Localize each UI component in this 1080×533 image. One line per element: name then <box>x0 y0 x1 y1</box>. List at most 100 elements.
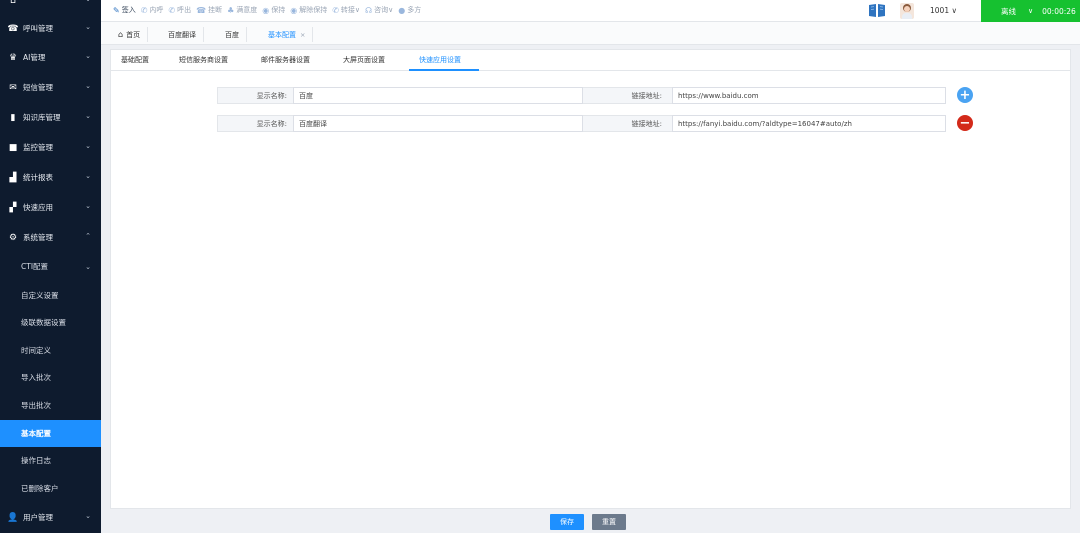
play-icon: ◉ <box>290 5 298 15</box>
sidebar-item-monitoring[interactable]: ■ 监控管理 ⌄ <box>0 133 101 162</box>
thumb-icon: ♣ <box>227 5 235 15</box>
sidebar-subitem-label: 自定义设置 <box>21 291 59 300</box>
sidebar-item-ai-management[interactable]: ♛ AI管理 ⌄ <box>0 43 101 72</box>
subtab-basic[interactable]: 基础配置 <box>121 55 149 65</box>
sidebar-item-label: 知识库管理 <box>23 113 61 122</box>
sidebar-item-label: 快速应用 <box>23 203 53 212</box>
add-row-button[interactable]: + <box>957 87 973 103</box>
sidebar-subitem-cascade-data[interactable]: 级联数据设置 <box>0 309 101 336</box>
headset-icon: ☊ <box>365 5 373 15</box>
sidebar-item-sms-management[interactable]: ✉ 短信管理 ⌄ <box>0 73 101 102</box>
book-icon: ▮ <box>10 112 16 123</box>
avatar[interactable] <box>900 3 914 19</box>
tool-label: 多方 <box>407 6 422 14</box>
chevron-down-icon: ⌄ <box>85 23 91 31</box>
sidebar-subitem-label: 基本配置 <box>21 429 51 438</box>
sidebar-item-knowledge-base[interactable]: ▮ 知识库管理 ⌄ <box>0 103 101 132</box>
phone-icon: ☎ <box>7 23 19 34</box>
tool-label: 满意度 <box>236 6 258 14</box>
sidebar-subitem-deleted-customers[interactable]: 已删除客户 <box>0 475 101 502</box>
gear-icon: ⚙ <box>8 232 18 243</box>
chevron-down-icon: ⌄ <box>85 172 91 180</box>
sidebar-subitem-label: 操作日志 <box>21 456 51 465</box>
sidebar-item-label: 短信管理 <box>23 83 53 92</box>
link-url-input[interactable]: https://www.baidu.com <box>672 87 946 104</box>
subtab-big-screen[interactable]: 大屏页面设置 <box>343 55 385 65</box>
home-icon: ⌂ <box>118 30 124 39</box>
tab-label: 基本配置 <box>268 30 296 39</box>
sidebar-subitem-label: 时间定义 <box>21 346 51 355</box>
sidebar-item-statistics[interactable]: ▟ 统计报表 ⌄ <box>0 163 101 192</box>
tool-label: 咨询∨ <box>374 6 394 14</box>
sidebar-item-user-management[interactable]: 👤 用户管理 ⌄ <box>0 503 101 532</box>
tab-basic-config[interactable]: 基本配置 × <box>261 27 314 42</box>
chevron-down-icon: ⌄ <box>85 202 91 210</box>
outbound-call-button[interactable]: ✆ 呼出 <box>168 5 191 15</box>
tab-label: 首页 <box>126 30 141 39</box>
sign-in-button[interactable]: ✎ 签入 <box>113 5 136 15</box>
unhold-button[interactable]: ◉ 解除保持 <box>290 5 327 15</box>
display-name-input[interactable]: 百度翻译 <box>293 115 583 132</box>
phone-out-icon: ✆ <box>168 5 176 15</box>
sidebar-item-system-management[interactable]: ⚙ 系统管理 ⌃ <box>0 223 101 252</box>
sidebar-item-label: 监控管理 <box>23 143 53 152</box>
remove-row-button[interactable]: − <box>957 115 973 131</box>
tab-baidu-translate[interactable]: 百度翻译 <box>161 27 204 42</box>
chevron-down-icon: ⌄ <box>85 262 91 271</box>
subtab-sms-provider[interactable]: 短信服务商设置 <box>179 55 228 65</box>
sidebar-subitem-basic-config[interactable]: 基本配置 <box>0 420 101 447</box>
settings-subtabs: 基础配置 短信服务商设置 邮件服务器设置 大屏页面设置 快速应用设置 <box>111 50 1070 71</box>
sidebar-subitem-cti-config[interactable]: CTI配置 ⌄ <box>0 253 101 280</box>
plus-icon: + <box>959 87 971 103</box>
sidebar-item-call-management[interactable]: ☎ 呼叫管理 ⌄ <box>0 14 101 43</box>
display-name-label: 显示名称: <box>217 87 293 104</box>
mail-icon: ✉ <box>9 82 17 93</box>
reset-button[interactable]: 重置 <box>592 514 626 530</box>
chevron-down-icon: ⌄ <box>85 0 91 3</box>
subtab-mail-server[interactable]: 邮件服务器设置 <box>261 55 310 65</box>
tool-label: 解除保持 <box>299 6 328 14</box>
close-icon[interactable]: × <box>300 31 305 39</box>
satisfaction-button[interactable]: ♣ 满意度 <box>227 5 257 15</box>
sidebar-item-quick-apps[interactable]: ▞ 快速应用 ⌄ <box>0 193 101 222</box>
book-icon[interactable] <box>869 4 885 17</box>
content-panel: 基础配置 短信服务商设置 邮件服务器设置 大屏页面设置 快速应用设置 显示名称:… <box>110 49 1071 509</box>
hangup-icon: ☎ <box>196 5 207 15</box>
transfer-button[interactable]: ✆ 转接∨ <box>332 5 360 15</box>
sidebar-item-label: 系统管理 <box>23 233 53 242</box>
agent-status-dropdown[interactable]: 离线 ∨ 00:00:26 <box>981 0 1080 22</box>
sidebar-subitem-import-batch[interactable]: 导入批次 <box>0 364 101 391</box>
sidebar-subitem-export-batch[interactable]: 导出批次 <box>0 392 101 419</box>
hold-button[interactable]: ◉ 保持 <box>262 5 285 15</box>
chevron-down-icon: ⌄ <box>85 52 91 60</box>
sidebar-subitem-label: 已删除客户 <box>21 484 59 493</box>
internal-call-button[interactable]: ✆ 内呼 <box>141 5 164 15</box>
tab-home[interactable]: ⌂ 首页 <box>111 27 149 42</box>
sidebar-subitem-custom-settings[interactable]: 自定义设置 <box>0 282 101 309</box>
chevron-down-icon: ∨ <box>1028 7 1034 15</box>
save-button[interactable]: 保存 <box>550 514 584 530</box>
sidebar: ⌂ ⌄ ☎ 呼叫管理 ⌄ ♛ AI管理 ⌄ ✉ 短信管理 ⌄ ▮ 知识库管理 ⌄… <box>0 0 101 533</box>
display-name-label: 显示名称: <box>217 115 293 132</box>
hangup-button[interactable]: ☎ 挂断 <box>196 5 222 15</box>
display-name-input[interactable]: 百度 <box>293 87 583 104</box>
sidebar-subitem-operation-log[interactable]: 操作日志 <box>0 447 101 474</box>
agent-id-dropdown[interactable]: 1001 ∨ <box>930 6 957 15</box>
sidebar-subitem-label: 导出批次 <box>21 401 51 410</box>
tab-baidu[interactable]: 百度 <box>218 27 247 42</box>
link-url-input[interactable]: https://fanyi.baidu.com/?aldtype=16047#a… <box>672 115 946 132</box>
minus-icon: − <box>959 115 971 131</box>
link-url-label: 链接地址: <box>583 115 672 132</box>
consult-button[interactable]: ☊ 咨询∨ <box>365 5 393 15</box>
tool-label: 内呼 <box>149 6 164 14</box>
subtab-quick-apps[interactable]: 快速应用设置 <box>419 55 461 65</box>
sidebar-item-label: 用户管理 <box>23 513 53 522</box>
sidebar-item-home[interactable]: ⌂ ⌄ <box>0 0 101 15</box>
sidebar-subitem-time-definition[interactable]: 时间定义 <box>0 337 101 364</box>
chevron-down-icon: ⌄ <box>85 82 91 90</box>
sidebar-item-label: 呼叫管理 <box>23 24 53 33</box>
tool-label: 转接∨ <box>340 6 361 14</box>
conference-button[interactable]: ● 多方 <box>398 5 421 15</box>
camera-icon: ■ <box>8 142 18 153</box>
link-url-label: 链接地址: <box>583 87 672 104</box>
